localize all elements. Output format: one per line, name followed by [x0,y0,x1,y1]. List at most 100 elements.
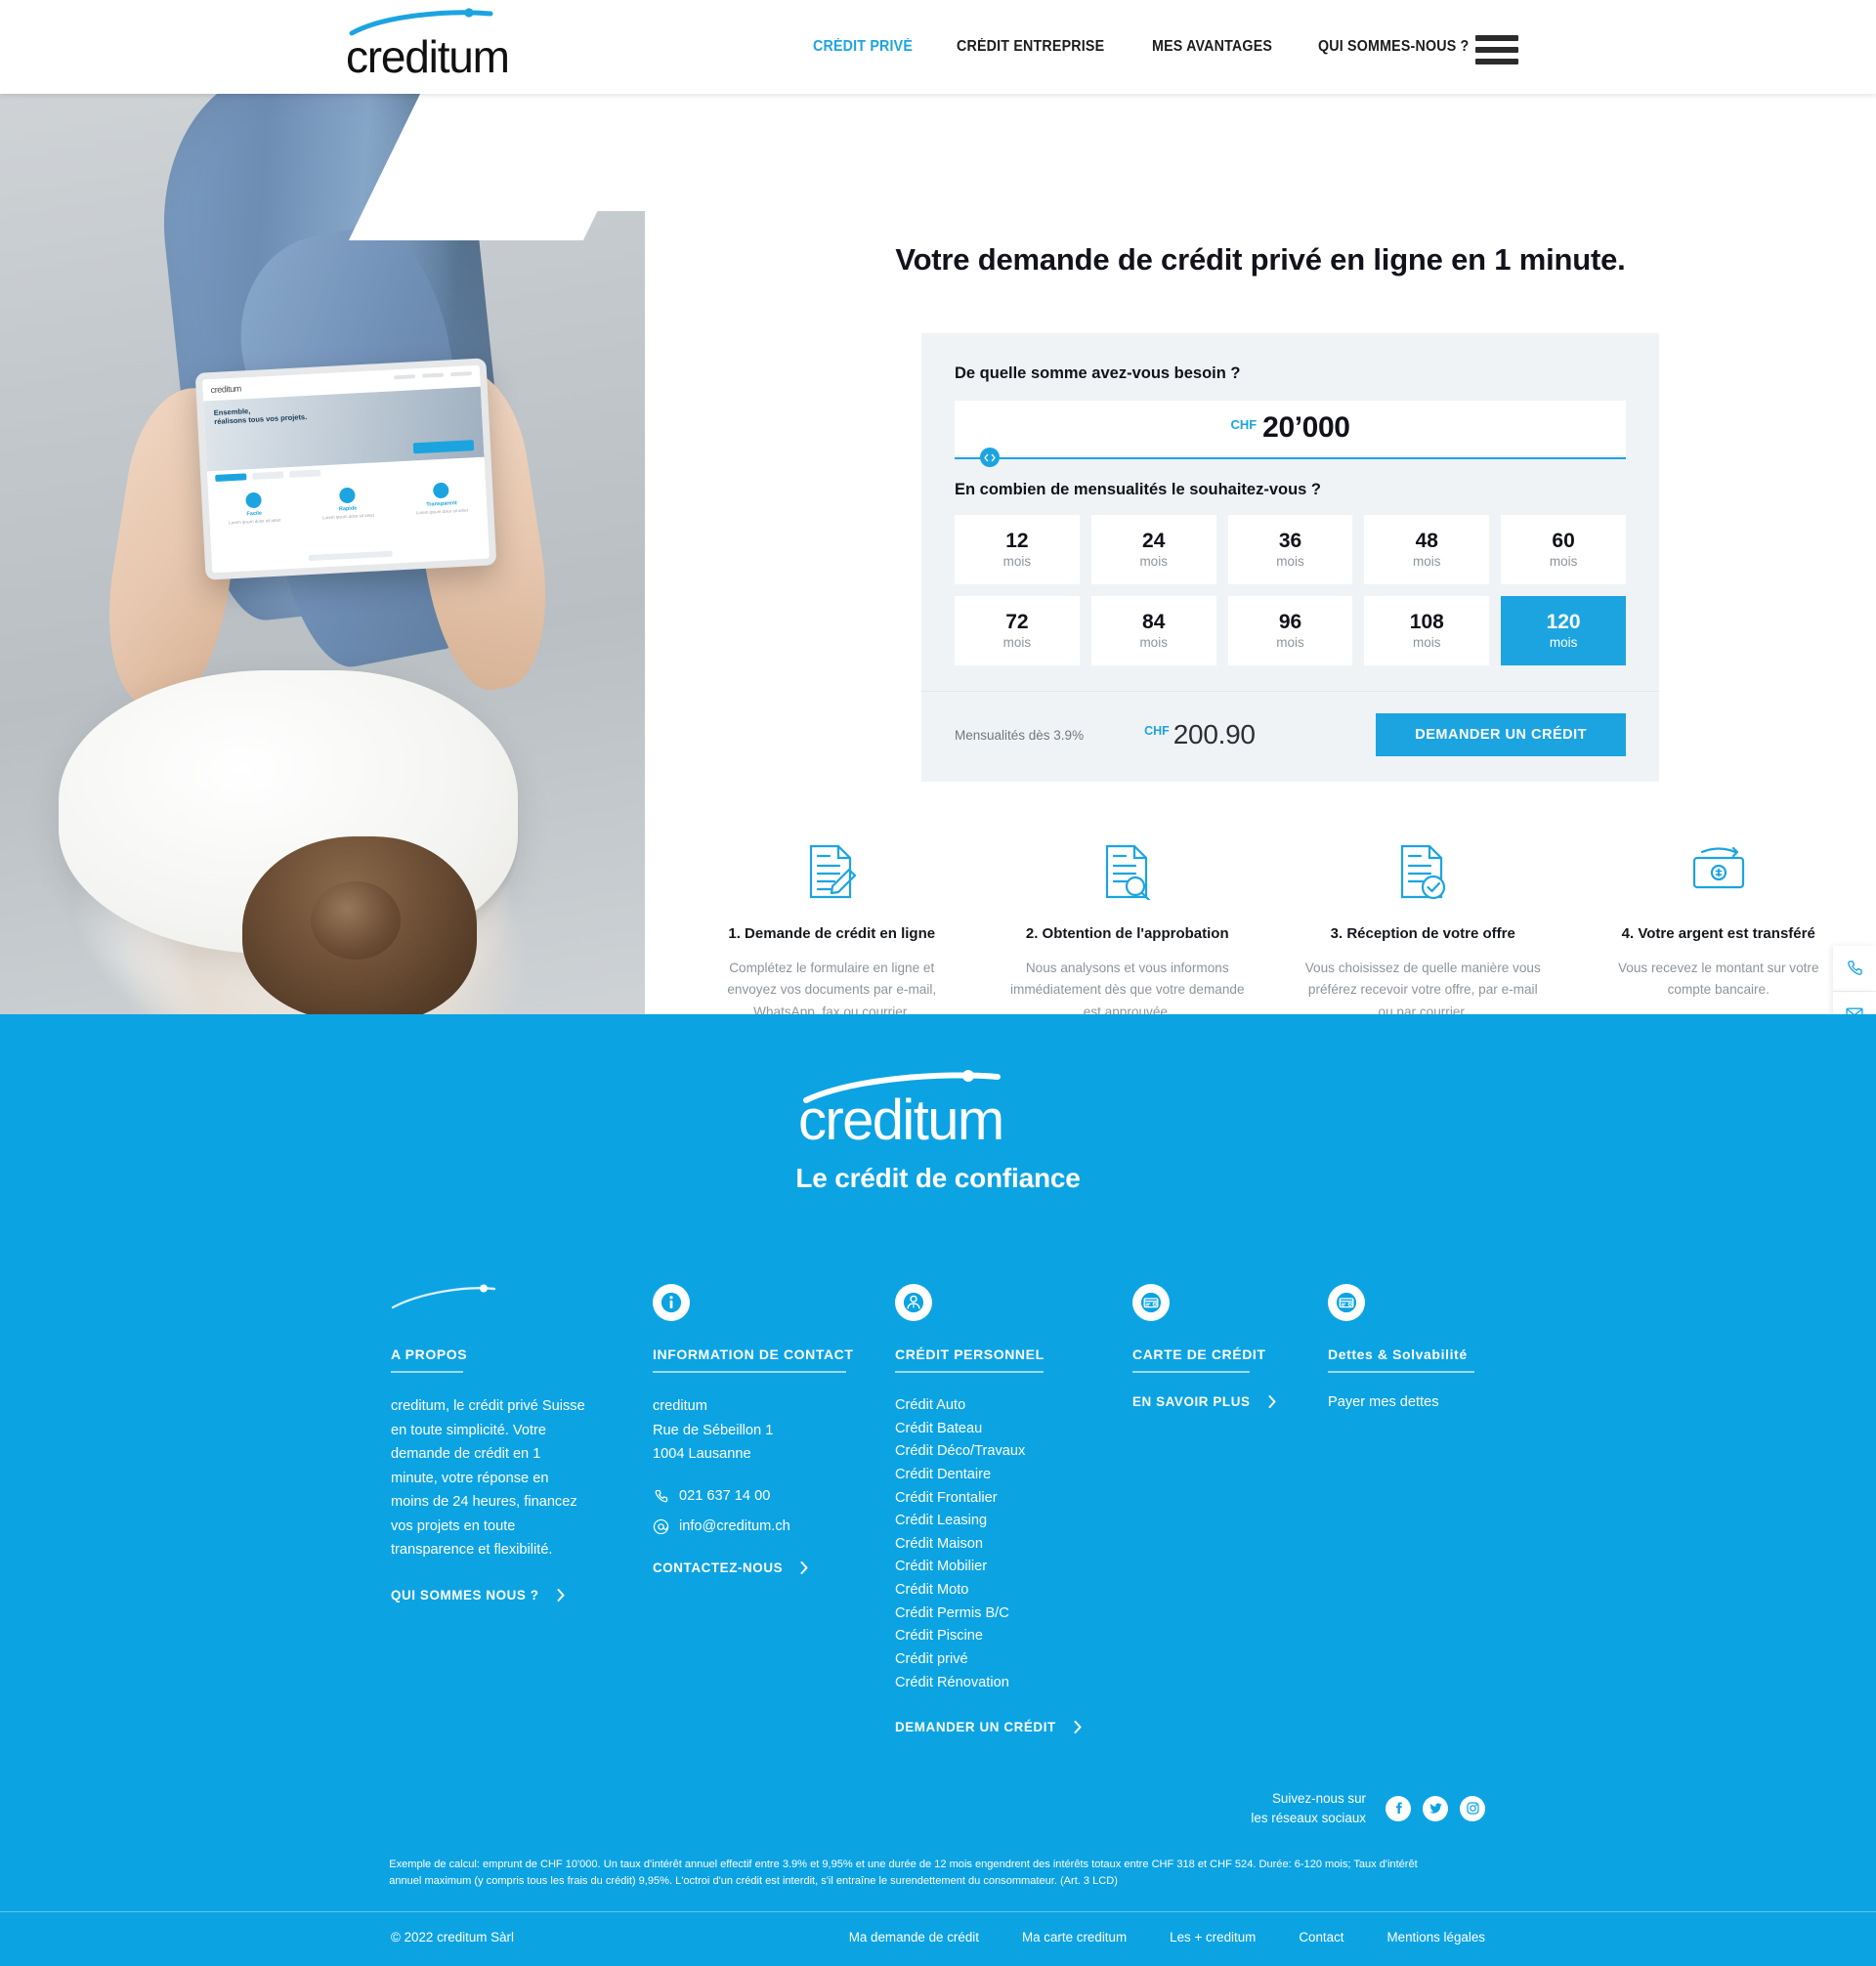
footer-link-credit-bateau[interactable]: Crédit Bateau [895,1418,1132,1441]
month-option-60[interactable]: 60 mois [1501,515,1626,584]
month-value: 12 [1005,529,1029,552]
footer-bottom-link-les-plus[interactable]: Les + creditum [1170,1930,1256,1945]
footer-social-text: Suivez-nous sur les réseaux sociaux [1251,1789,1366,1827]
footer-bottom-link-demande[interactable]: Ma demande de crédit [849,1930,979,1945]
mail-icon[interactable] [1833,992,1876,1014]
month-value: 120 [1546,610,1581,633]
footer-link-credit-mobilier[interactable]: Crédit Mobilier [895,1556,1132,1579]
footer-phone-row[interactable]: 021 637 14 00 [653,1488,895,1505]
slider-track [955,457,1626,459]
slider-handle[interactable] [980,448,1000,467]
photo-tablet: creditum Ensemble, réalisons tous vos pr… [194,358,497,580]
footer-link-credit-piscine[interactable]: Crédit Piscine [895,1625,1132,1648]
footer-copyright: © 2022 creditum Sàrl [391,1930,514,1945]
footer-link-credit-deco[interactable]: Crédit Déco/Travaux [895,1440,1132,1464]
chevron-right-icon [1074,1721,1082,1734]
footer-bottom-link-mentions[interactable]: Mentions légales [1387,1930,1486,1945]
footer-bottom-link-contact[interactable]: Contact [1299,1930,1343,1945]
nav-item-credit-entreprise[interactable]: CRÉDIT ENTREPRISE [957,38,1104,56]
nav-item-credit-prive[interactable]: CRÉDIT PRIVÉ [813,38,913,56]
footer-link-credit-permis[interactable]: Crédit Permis B/C [895,1603,1132,1626]
footer-link-credit-frontalier[interactable]: Crédit Frontalier [895,1487,1132,1511]
footer-contact-link[interactable]: CONTACTEZ-NOUS [653,1560,895,1575]
request-credit-button[interactable]: DEMANDER UN CRÉDIT [1376,713,1626,756]
footer-col-personal: CRÉDIT PERSONNEL Crédit Auto Crédit Bate… [895,1284,1132,1734]
left-right-arrows-icon [984,453,996,461]
month-option-36[interactable]: 36 mois [1227,515,1353,584]
monthly-value: 200.90 [1172,719,1256,749]
footer-link-credit-leasing[interactable]: Crédit Leasing [895,1510,1132,1533]
swoosh-icon [391,1284,653,1321]
phone-icon[interactable] [1833,946,1876,992]
footer-columns: A PROPOS creditum, le crédit privé Suiss… [332,1284,1544,1734]
month-value: 24 [1142,529,1166,552]
footer-contact-city: 1004 Lausanne [653,1446,751,1463]
credit-card-icon [1328,1284,1365,1321]
month-value: 96 [1278,610,1302,633]
step-4: 4. Votre argent est transféré Vous recev… [1571,841,1867,1014]
month-option-84[interactable]: 84 mois [1090,596,1216,665]
month-value: 108 [1409,610,1444,633]
footer-link-credit-prive[interactable]: Crédit privé [895,1648,1132,1672]
step-title: 1. Demande de crédit en ligne [728,925,936,942]
footer-col-contact: INFORMATION DE CONTACT creditum Rue de S… [653,1284,895,1734]
month-option-96[interactable]: 96 mois [1227,596,1353,665]
monthly-amount: CHF 200.90 [1144,719,1256,750]
header-logo[interactable]: creditum [344,8,549,82]
nav-item-mes-avantages[interactable]: MES AVANTAGES [1152,38,1272,56]
footer-logo: creditum [0,1069,1876,1147]
amount-slider[interactable] [955,448,1626,467]
chevron-right-icon [557,1588,565,1602]
at-icon [653,1518,669,1534]
month-unit: mois [1413,635,1441,651]
facebook-icon[interactable] [1386,1795,1411,1821]
footer-col-debts: Dettes & Solvabilité Payer mes dettes [1328,1284,1553,1734]
footer-about-heading: A PROPOS [391,1346,653,1373]
footer-col-about: A PROPOS creditum, le crédit privé Suiss… [391,1284,653,1734]
footer-personal-link-label: DEMANDER UN CRÉDIT [895,1720,1056,1735]
footer-about-link[interactable]: QUI SOMMES NOUS ? [391,1588,653,1603]
footer-col-card: CARTE DE CRÉDIT EN SAVOIR PLUS [1132,1284,1328,1734]
step-title: 4. Votre argent est transféré [1621,925,1815,942]
footer-link-credit-maison[interactable]: Crédit Maison [895,1533,1132,1557]
instagram-icon[interactable] [1460,1795,1485,1821]
month-unit: mois [1549,635,1578,651]
footer-contact-link-label: CONTACTEZ-NOUS [653,1560,784,1575]
nav-item-qui-sommes-nous[interactable]: QUI SOMMES-NOUS ? [1318,38,1469,56]
month-option-72[interactable]: 72 mois [955,596,1080,665]
footer-link-credit-dentaire[interactable]: Crédit Dentaire [895,1464,1132,1487]
footer-about-link-label: QUI SOMMES NOUS ? [391,1587,539,1603]
amount-value: 20’000 [1262,411,1350,444]
month-option-48[interactable]: 48 mois [1364,515,1490,584]
footer-link-credit-moto[interactable]: Crédit Moto [895,1579,1132,1603]
month-option-24[interactable]: 24 mois [1090,515,1216,584]
month-unit: mois [1549,554,1578,570]
footer-email-row[interactable]: info@creditum.ch [653,1518,895,1535]
document-pencil-icon [709,841,955,902]
footer-personal-heading: CRÉDIT PERSONNEL [895,1346,1132,1373]
month-option-120[interactable]: 120 mois [1501,596,1626,665]
hamburger-icon[interactable] [1475,35,1518,64]
hero-section: creditum Ensemble, réalisons tous vos pr… [0,94,1876,1014]
step-1: 1. Demande de crédit en ligne Complétez … [684,841,980,1014]
footer-link-credit-auto[interactable]: Crédit Auto [895,1394,1132,1418]
advisor-icon [895,1284,932,1321]
month-unit: mois [1276,554,1304,570]
money-transfer-icon [1597,841,1842,902]
step-description: Complétez le formulaire en ligne et envo… [727,961,937,1014]
footer-personal-link[interactable]: DEMANDER UN CRÉDIT [895,1720,1132,1734]
credit-calculator: De quelle somme avez-vous besoin ? CHF 2… [921,333,1659,782]
month-option-108[interactable]: 108 mois [1364,596,1490,665]
footer-debts-item[interactable]: Payer mes dettes [1328,1394,1553,1410]
amount-field[interactable]: CHF 20’000 [955,401,1626,455]
side-sticky-bar [1833,946,1876,1014]
footer-card-link[interactable]: EN SAVOIR PLUS [1132,1394,1328,1409]
footer-bottom-link-carte[interactable]: Ma carte creditum [1022,1930,1127,1945]
footer-social: Suivez-nous sur les réseaux sociaux [332,1789,1544,1827]
footer-personal-list: Crédit Auto Crédit Bateau Crédit Déco/Tr… [895,1394,1132,1694]
twitter-icon[interactable] [1423,1795,1448,1821]
footer-link-credit-renovation[interactable]: Crédit Rénovation [895,1672,1132,1695]
month-option-12[interactable]: 12 mois [955,515,1080,584]
footer-phone: 021 637 14 00 [679,1488,771,1505]
footer-contact-heading: INFORMATION DE CONTACT [653,1346,895,1373]
